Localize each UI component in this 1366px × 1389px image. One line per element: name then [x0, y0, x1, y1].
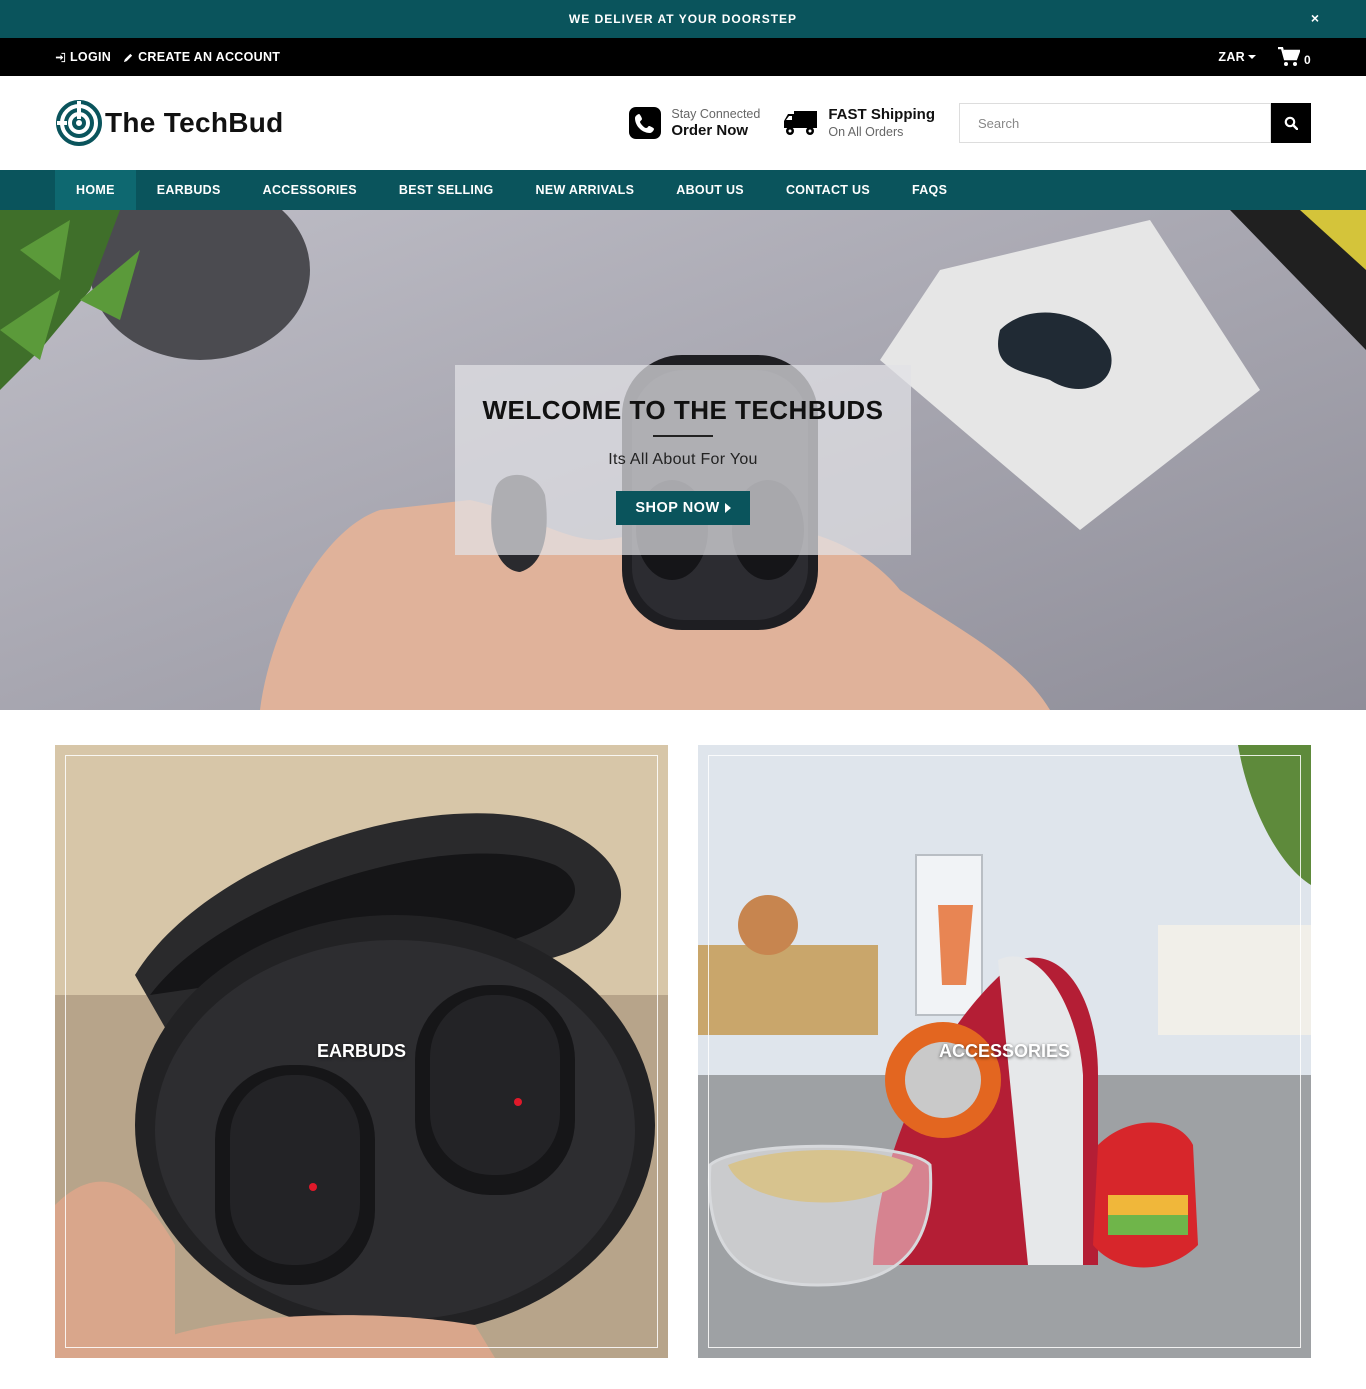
nav-item-about-us[interactable]: ABOUT US — [655, 170, 765, 210]
hero-divider — [653, 435, 713, 437]
search-bar — [959, 103, 1311, 143]
pencil-icon — [124, 53, 133, 62]
logo-mark-icon — [56, 100, 102, 146]
cart-button[interactable]: 0 — [1278, 47, 1311, 67]
site-header: The TechBud Stay Connected Order Now FAS… — [0, 76, 1366, 170]
shipping-big-text: FAST Shipping — [828, 106, 935, 123]
shipping-feature: FAST Shipping On All Orders — [784, 106, 935, 140]
caret-right-icon — [724, 503, 731, 513]
currency-value: ZAR — [1218, 50, 1246, 64]
nav-item-new-arrivals[interactable]: NEW ARRIVALS — [515, 170, 656, 210]
truck-icon — [784, 111, 818, 135]
category-grid: EARBUDS ACCESSORIES — [0, 710, 1366, 1358]
shop-now-button[interactable]: SHOP NOW — [616, 491, 750, 525]
contact-small-text: Stay Connected — [671, 107, 761, 121]
shop-now-label: SHOP NOW — [635, 500, 720, 516]
category-card-accessories[interactable]: ACCESSORIES — [698, 745, 1311, 1358]
hero-caption: WELCOME TO THE TECHBUDS Its All About Fo… — [455, 365, 911, 555]
nav-item-home[interactable]: HOME — [55, 170, 136, 210]
hero-subtitle: Its All About For You — [608, 451, 758, 468]
hero-banner: WELCOME TO THE TECHBUDS Its All About Fo… — [0, 210, 1366, 710]
search-icon — [1284, 116, 1298, 130]
top-bar: LOGIN CREATE AN ACCOUNT ZAR 0 — [0, 38, 1366, 76]
search-button[interactable] — [1271, 103, 1311, 143]
login-link[interactable]: LOGIN — [55, 50, 111, 64]
logo[interactable]: The TechBud — [55, 99, 284, 147]
create-account-label: CREATE AN ACCOUNT — [138, 50, 281, 64]
announcement-bar: WE DELIVER AT YOUR DOORSTEP × — [0, 0, 1366, 38]
hero-title: WELCOME TO THE TECHBUDS — [482, 395, 884, 425]
nav-item-faqs[interactable]: FAQS — [891, 170, 968, 210]
nav-item-best-selling[interactable]: BEST SELLING — [378, 170, 515, 210]
cart-icon — [1278, 47, 1301, 66]
brand-name: The TechBud — [105, 107, 284, 138]
create-account-link[interactable]: CREATE AN ACCOUNT — [123, 50, 280, 64]
phone-icon — [629, 107, 662, 139]
category-label-earbuds: EARBUDS — [316, 1041, 406, 1061]
close-icon[interactable]: × — [1311, 10, 1320, 26]
category-card-earbuds[interactable]: EARBUDS — [55, 745, 668, 1358]
login-label: LOGIN — [70, 50, 112, 64]
sign-in-icon — [55, 52, 66, 62]
nav-item-contact-us[interactable]: CONTACT US — [765, 170, 891, 210]
category-label-accessories: ACCESSORIES — [938, 1041, 1071, 1061]
nav-item-accessories[interactable]: ACCESSORIES — [242, 170, 378, 210]
currency-selector[interactable]: ZAR — [1218, 50, 1257, 64]
main-nav: HOME EARBUDS ACCESSORIES BEST SELLING NE… — [0, 170, 1366, 210]
cart-count: 0 — [1304, 53, 1311, 67]
contact-feature: Stay Connected Order Now — [629, 106, 760, 140]
shipping-small-text: On All Orders — [828, 125, 904, 139]
caret-down-icon — [1248, 55, 1257, 59]
contact-big-text: Order Now — [671, 122, 749, 139]
nav-item-earbuds[interactable]: EARBUDS — [136, 170, 242, 210]
search-input[interactable] — [959, 103, 1271, 143]
announcement-text: WE DELIVER AT YOUR DOORSTEP — [568, 12, 798, 26]
